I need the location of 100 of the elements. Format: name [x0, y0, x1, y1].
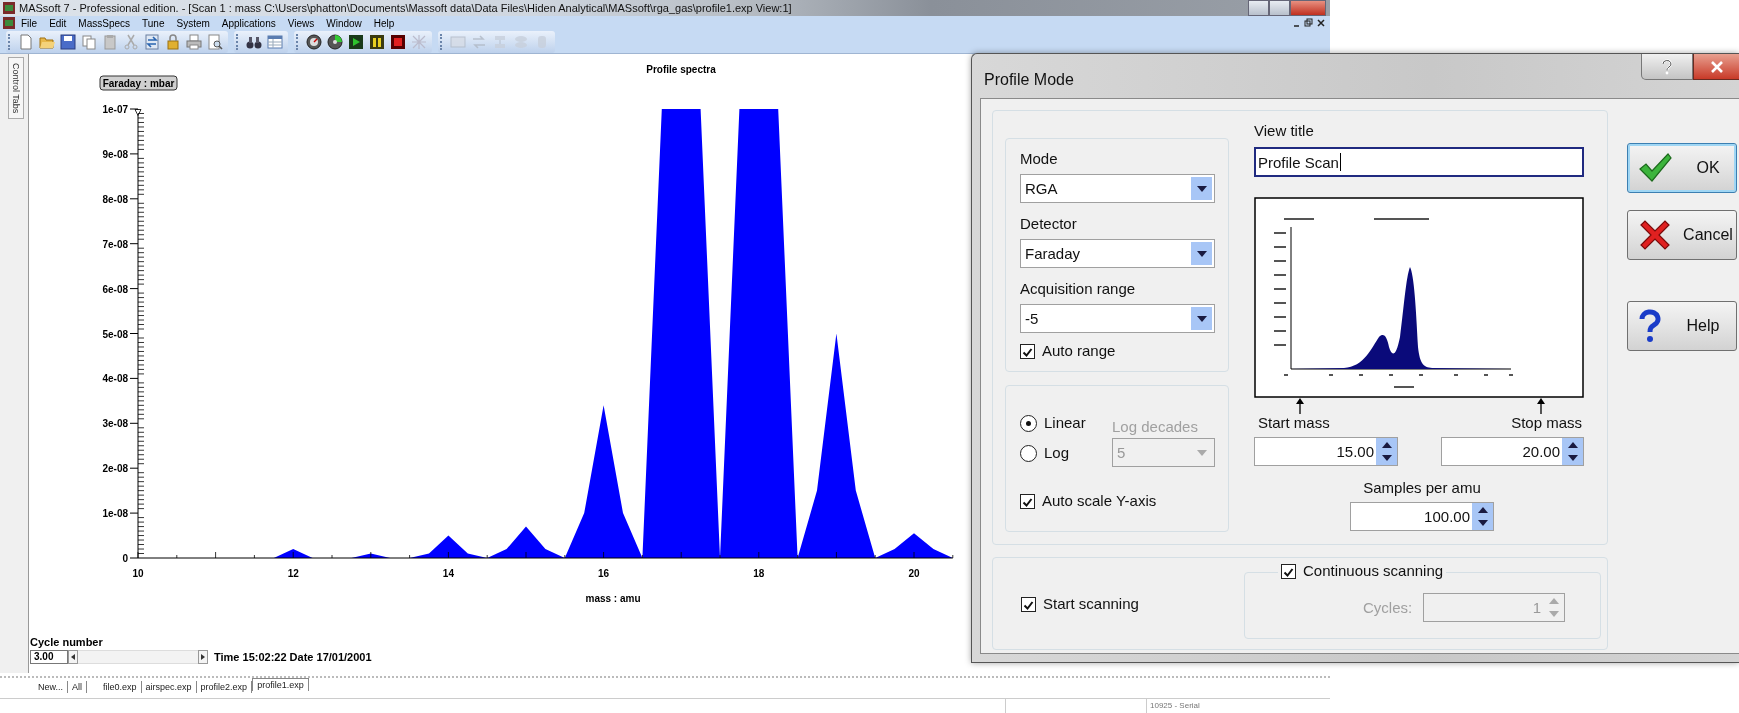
tick-label: 1e-07 — [102, 104, 128, 115]
up-arrow-icon[interactable] — [1381, 441, 1392, 448]
pause-icon[interactable] — [368, 32, 386, 51]
file-tab[interactable]: airspec.exp — [141, 681, 197, 693]
pointer-arrow — [1537, 398, 1545, 414]
status-text: 10925 - Serial — [1149, 700, 1200, 712]
down-arrow-icon[interactable] — [1477, 520, 1488, 527]
radio-label: Linear — [1044, 414, 1086, 432]
range-dropdown[interactable]: -5 — [1020, 304, 1215, 333]
tick-label: 0 — [122, 553, 128, 564]
checkbox-label: Auto scale Y-axis — [1042, 492, 1157, 510]
file-tab[interactable]: file0.exp — [99, 681, 142, 693]
dropdown-arrow-icon — [1196, 315, 1207, 322]
ok-button[interactable]: OK — [1627, 143, 1737, 193]
checkbox-label: Continuous scanning — [1303, 562, 1444, 580]
scroll-right-button[interactable] — [198, 650, 208, 664]
menu-item[interactable]: Tune — [136, 17, 171, 29]
menu-item[interactable]: System — [170, 17, 216, 29]
menu-item[interactable]: Edit — [43, 17, 73, 29]
dropdown-arrow-icon — [1196, 449, 1207, 456]
tick-label: 8e-08 — [102, 193, 128, 205]
cycle-field[interactable]: 3.00 — [30, 650, 68, 664]
file-tab[interactable]: New... — [34, 681, 68, 693]
minimize-button[interactable] — [1248, 0, 1269, 16]
axis-title: mass : amu — [585, 593, 641, 604]
clipboard-icon[interactable] — [101, 32, 119, 51]
print-icon[interactable] — [185, 32, 203, 51]
up-arrow-icon[interactable] — [1477, 506, 1488, 513]
save-icon[interactable] — [59, 32, 77, 51]
menu-item[interactable]: File — [15, 17, 44, 29]
help-title-button[interactable] — [1641, 54, 1693, 80]
pointer-arrow — [1296, 398, 1304, 414]
radio-button[interactable] — [1020, 414, 1037, 432]
samples-spinbox[interactable]: 100.00 — [1350, 502, 1494, 531]
field-label: Samples per amu — [1362, 479, 1482, 497]
tick-label: 5e-08 — [102, 328, 128, 340]
field-label: Mode — [1020, 150, 1059, 168]
file-tab[interactable]: All — [68, 681, 88, 693]
checkbox-label: Start scanning — [1043, 595, 1139, 613]
help-button[interactable]: Help — [1627, 301, 1737, 351]
cancel-button[interactable]: Cancel — [1627, 210, 1737, 260]
checkmark-icon — [1638, 153, 1672, 183]
app-icon — [3, 2, 15, 14]
time-label: Time 15:02:22 Date 17/01/2001 — [214, 651, 372, 663]
detector-dropdown[interactable]: Faraday — [1020, 239, 1215, 268]
checkbox[interactable] — [1021, 596, 1036, 612]
down-arrow-icon[interactable] — [1567, 455, 1578, 462]
print-preview-icon[interactable] — [206, 32, 224, 51]
lock-icon[interactable] — [164, 32, 182, 51]
question-mark-icon — [1661, 58, 1673, 75]
gauge-icon[interactable] — [305, 32, 323, 51]
field-label: Stop mass — [1511, 414, 1582, 432]
field-label: View title — [1254, 122, 1315, 140]
down-arrow-icon[interactable] — [1381, 455, 1392, 462]
stop-icon[interactable] — [389, 32, 407, 51]
question-mark-icon — [1638, 309, 1662, 343]
tick-label: 16 — [598, 568, 610, 579]
stop-mass-spinbox[interactable]: 20.00 — [1441, 437, 1584, 466]
tick-label: 10 — [132, 568, 144, 579]
checkbox[interactable] — [1281, 563, 1296, 579]
tick-label: 14 — [442, 568, 454, 579]
tick-label: 18 — [753, 568, 765, 579]
window-title: MASsoft 7 - Professional edition. - [Scan 1 : mass C:\Users\phatton\Documents\Massoft data\Data Files\Hiden Analytical\MASsoft\rga_gas\profile1.exp View:1] — [19, 2, 793, 14]
start-mass-spinbox[interactable]: 15.00 — [1254, 437, 1398, 466]
radio-button[interactable] — [1020, 444, 1037, 462]
cross-icon — [1638, 218, 1672, 252]
tick-label: 3e-08 — [102, 418, 128, 430]
tick-label: 12 — [287, 568, 299, 579]
checkbox-label: Auto range — [1042, 342, 1116, 360]
view-title-field[interactable]: Profile Scan — [1254, 147, 1584, 177]
field-label: Acquisition range — [1020, 280, 1137, 298]
mode-dropdown[interactable]: RGA — [1020, 174, 1215, 203]
menu-item[interactable]: Help — [367, 17, 401, 29]
menu-item[interactable]: Applications — [215, 17, 282, 29]
file-tab[interactable]: profile1.exp — [252, 678, 309, 691]
dropdown-arrow-icon — [1196, 185, 1207, 192]
unit-label: Faraday : mbar — [99, 75, 178, 91]
tick-label: 4e-08 — [102, 373, 128, 385]
tick-label: 1e-08 — [102, 508, 128, 520]
menu-item[interactable]: Views — [281, 17, 321, 29]
tick-label: 20 — [908, 568, 920, 579]
play-icon[interactable] — [347, 32, 365, 51]
up-arrow-icon[interactable] — [1567, 441, 1578, 448]
checkbox[interactable] — [1020, 493, 1035, 509]
app-icon — [3, 17, 15, 30]
dialog-title: Profile Mode — [984, 71, 1074, 89]
close-button[interactable] — [1693, 54, 1739, 80]
menu-item[interactable]: MassSpecs — [72, 17, 137, 29]
side-tab[interactable]: Control Tabs — [8, 57, 24, 120]
document-arrows-icon[interactable] — [143, 32, 161, 51]
checkbox[interactable] — [1020, 343, 1035, 359]
radio-label: Log — [1044, 444, 1070, 462]
gauge-icon[interactable] — [326, 32, 344, 51]
scroll-left-button[interactable] — [68, 650, 78, 664]
field-label: Cycle number — [30, 636, 103, 648]
field-label: Cycles: — [1363, 598, 1413, 617]
maximize-button[interactable] — [1269, 0, 1290, 16]
menu-item[interactable]: Window — [320, 17, 368, 29]
table-icon[interactable] — [266, 32, 284, 51]
tick-label: 2e-08 — [102, 463, 128, 475]
